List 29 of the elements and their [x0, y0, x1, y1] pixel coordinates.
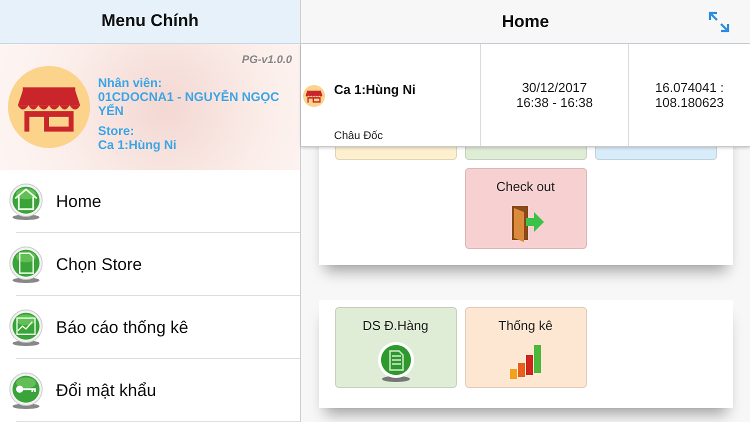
store-name: Ca 1:Hùng Ni: [98, 138, 178, 152]
store-label: Store:: [98, 124, 136, 138]
employee-name: 01CDOCNA1 - NGUYỄN NGỌC YẾN: [98, 90, 280, 118]
expand-icon[interactable]: [708, 11, 730, 33]
checkin-store: Ca 1:Hùng Ni: [334, 82, 416, 97]
home-icon: [8, 182, 44, 222]
document-icon: [8, 244, 44, 284]
checkin-district: Châu Đốc: [334, 130, 383, 142]
tile-button[interactable]: Check out: [464, 168, 586, 249]
menu-item[interactable]: Home: [0, 170, 300, 233]
tile[interactable]: [334, 146, 456, 160]
chart-icon: [8, 308, 44, 348]
tile-button[interactable]: DS Đ.Hàng: [334, 307, 456, 388]
employee-label: Nhân viên:: [98, 76, 163, 90]
menu-item[interactable]: Đổi mật khẩu: [0, 359, 300, 422]
checkin-date: 30/12/2017: [522, 80, 588, 95]
tile[interactable]: [594, 146, 716, 160]
store-icon: [8, 66, 90, 148]
tile-button[interactable]: Thống kê: [464, 307, 586, 388]
key-icon: [8, 370, 44, 410]
menu-item[interactable]: Báo cáo thống kê: [0, 296, 300, 359]
store-icon: [303, 85, 325, 107]
menu-title: Menu Chính: [0, 0, 300, 44]
version-label: PG-v1.0.0: [242, 54, 292, 66]
tile[interactable]: [464, 146, 586, 160]
page-title: Home: [502, 12, 550, 32]
checkin-coordinates: 16.074041 : 108.180623: [654, 80, 725, 110]
menu-item[interactable]: Chọn Store: [0, 233, 300, 296]
checkin-time: 16:38 - 16:38: [516, 95, 593, 110]
